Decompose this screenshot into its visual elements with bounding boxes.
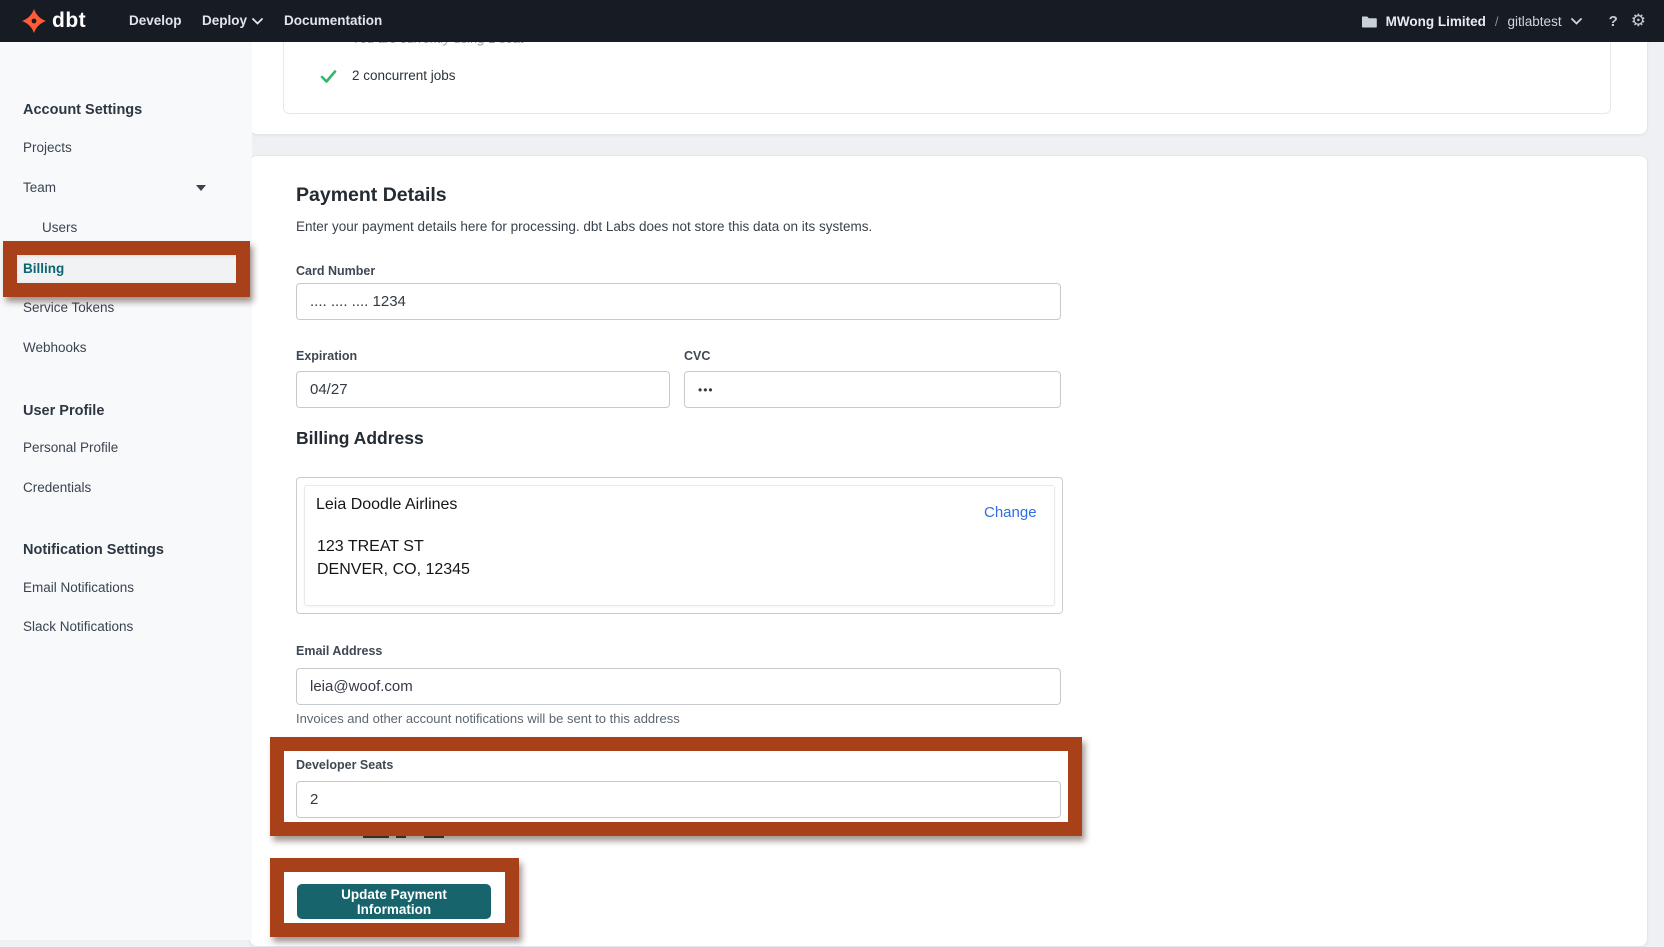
sidebar-item-personal-profile[interactable]: Personal Profile xyxy=(23,438,223,458)
change-address-link[interactable]: Change xyxy=(984,504,1037,521)
account-name[interactable]: MWong Limited xyxy=(1386,14,1486,29)
project-name[interactable]: gitlabtest xyxy=(1508,14,1562,29)
annotation-box-developer-seats xyxy=(270,737,1082,836)
nav-item-documentation[interactable]: Documentation xyxy=(284,0,382,42)
sidebar-item-slack-notifications[interactable]: Slack Notifications xyxy=(23,617,223,637)
breadcrumb-separator: / xyxy=(1495,14,1499,29)
nav-item-label: Deploy xyxy=(202,0,247,42)
check-icon xyxy=(320,68,337,85)
sidebar-item-email-notifications[interactable]: Email Notifications xyxy=(23,578,223,598)
nav-item-deploy[interactable]: Deploy xyxy=(202,0,263,42)
nav-account-area: MWong Limited / gitlabtest ? ⚙ xyxy=(1361,0,1646,42)
annotation-box-billing xyxy=(3,241,250,297)
sidebar-item-users[interactable]: Users xyxy=(42,218,242,238)
sidebar-header-notification-settings: Notification Settings xyxy=(23,540,233,560)
email-helper-text: Invoices and other account notifications… xyxy=(296,711,680,726)
chevron-down-icon xyxy=(252,18,263,25)
gear-icon[interactable]: ⚙ xyxy=(1631,11,1646,31)
cvc-input[interactable] xyxy=(684,371,1061,408)
billing-address-line2: DENVER, CO, 12345 xyxy=(317,561,470,579)
billing-address-title: Billing Address xyxy=(296,428,424,449)
annotation-box-update-button xyxy=(270,858,519,937)
sidebar-item-service-tokens[interactable]: Service Tokens xyxy=(23,298,223,318)
payment-details-subtitle: Enter your payment details here for proc… xyxy=(296,219,872,234)
nav-item-label: Develop xyxy=(129,0,182,42)
email-address-label: Email Address xyxy=(296,644,382,658)
sidebar-item-webhooks[interactable]: Webhooks xyxy=(23,338,223,358)
nav-item-develop[interactable]: Develop xyxy=(129,0,182,42)
cvc-label: CVC xyxy=(684,349,710,363)
expiration-input[interactable] xyxy=(296,371,670,408)
billing-address-line1: 123 TREAT ST xyxy=(317,538,424,556)
payment-details-title: Payment Details xyxy=(296,184,447,207)
chevron-down-icon[interactable] xyxy=(1571,18,1582,25)
card-number-input[interactable] xyxy=(296,283,1061,320)
folder-icon xyxy=(1361,15,1377,28)
billing-address-name: Leia Doodle Airlines xyxy=(316,496,457,514)
email-address-input[interactable] xyxy=(296,668,1061,705)
help-icon[interactable]: ? xyxy=(1609,13,1618,30)
expiration-label: Expiration xyxy=(296,349,357,363)
sidebar-header-user-profile: User Profile xyxy=(23,401,233,421)
concurrent-jobs-text: 2 concurrent jobs xyxy=(352,68,456,84)
nav-item-label: Documentation xyxy=(284,0,382,42)
chevron-down-icon[interactable] xyxy=(196,185,206,191)
dbt-logo-icon[interactable] xyxy=(22,9,46,33)
sidebar-item-credentials[interactable]: Credentials xyxy=(23,478,223,498)
sidebar-header-account-settings: Account Settings xyxy=(23,100,233,120)
dbt-logo-text[interactable]: dbt xyxy=(52,0,86,42)
sidebar-item-team[interactable]: Team xyxy=(23,178,223,198)
sidebar-item-projects[interactable]: Projects xyxy=(23,138,223,158)
card-number-label: Card Number xyxy=(296,264,375,278)
